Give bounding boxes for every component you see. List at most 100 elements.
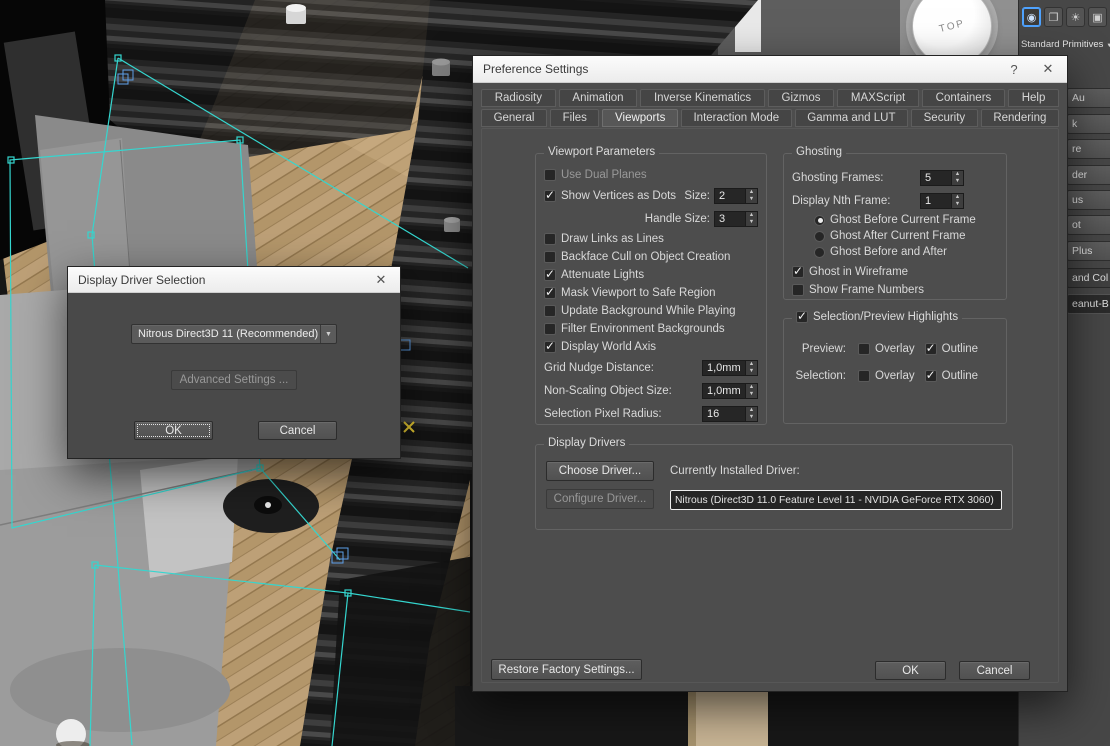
group-title-label: Selection/Preview Highlights xyxy=(813,311,958,323)
primitive-category-dropdown[interactable]: Standard Primitives xyxy=(1021,39,1108,50)
spinner-down-icon[interactable] xyxy=(746,368,757,375)
checkbox-draw-links-as-lines[interactable]: Draw Links as Lines xyxy=(544,233,664,245)
tab-rendering[interactable]: Rendering xyxy=(981,109,1059,127)
radio-ghost-before-and-after[interactable]: Ghost Before and After xyxy=(814,246,947,258)
panel-button-fragment[interactable]: Au xyxy=(1067,88,1110,108)
panel-button-fragment[interactable]: Plus xyxy=(1067,241,1110,261)
spinner-up-icon[interactable] xyxy=(952,194,963,201)
tab-help[interactable]: Help xyxy=(1008,89,1059,107)
choose-driver-button[interactable]: Choose Driver... xyxy=(546,461,654,481)
checkbox-selection-overlay[interactable]: Overlay xyxy=(858,370,915,382)
checkbox-ghost-in-wireframe[interactable]: Ghost in Wireframe xyxy=(792,266,908,278)
help-icon[interactable]: ? xyxy=(997,56,1031,82)
spinner-down-icon[interactable] xyxy=(952,201,963,208)
dds-title-bar[interactable]: Display Driver Selection ✕ xyxy=(68,267,400,293)
ok-button[interactable]: OK xyxy=(875,661,946,680)
spinner-down-icon[interactable] xyxy=(952,178,963,185)
tab-maxscript[interactable]: MAXScript xyxy=(837,89,919,107)
checkbox-label: Show Vertices as Dots xyxy=(561,190,676,202)
cancel-button[interactable]: Cancel xyxy=(959,661,1030,680)
checkbox-show-frame-numbers[interactable]: Show Frame Numbers xyxy=(792,284,924,296)
close-icon[interactable]: ✕ xyxy=(364,267,398,292)
panel-button-fragment[interactable]: us xyxy=(1067,190,1110,210)
spinner-value[interactable]: 16 xyxy=(702,406,746,422)
screenshot-root: TOP ◉ ❐ ☀ ▣ Standard Primitives Type Au … xyxy=(0,0,1110,746)
driver-dropdown[interactable]: Nitrous Direct3D 11 (Recommended) xyxy=(131,324,337,344)
installed-driver-field[interactable]: Nitrous (Direct3D 11.0 Feature Level 11 … xyxy=(670,490,1002,510)
radio-ghost-after-current-frame[interactable]: Ghost After Current Frame xyxy=(814,230,966,242)
name-and-color-rollout-fragment[interactable]: and Col xyxy=(1067,268,1110,288)
radio-ghost-before-current-frame[interactable]: Ghost Before Current Frame xyxy=(814,214,976,226)
object-name-field-fragment[interactable]: eanut-B xyxy=(1067,294,1110,314)
spinner-value[interactable]: 1,0mm xyxy=(702,360,746,376)
snaps-toggle-icon[interactable]: ❐ xyxy=(1044,7,1063,27)
light-icon[interactable]: ☀ xyxy=(1066,7,1085,27)
tab-security[interactable]: Security xyxy=(911,109,978,127)
spinner-up-icon[interactable] xyxy=(746,384,757,391)
tab-gizmos[interactable]: Gizmos xyxy=(768,89,834,107)
spinner-up-icon[interactable] xyxy=(746,212,757,219)
checkbox-mask-viewport-safe-region[interactable]: Mask Viewport to Safe Region xyxy=(544,287,715,299)
tab-animation[interactable]: Animation xyxy=(559,89,638,107)
group-title: Ghosting xyxy=(792,146,846,158)
checkbox-label: Update Background While Playing xyxy=(561,305,736,317)
main-toolbar: ◉ ❐ ☀ ▣ xyxy=(1019,0,1110,27)
spinner-up-icon[interactable] xyxy=(746,407,757,414)
checkbox-update-background-while-playing[interactable]: Update Background While Playing xyxy=(544,305,736,317)
panel-button-fragment[interactable]: k xyxy=(1067,114,1110,134)
checkbox-preview-outline[interactable]: Outline xyxy=(925,343,978,355)
spinner-up-icon[interactable] xyxy=(746,189,757,196)
checkbox-box xyxy=(925,343,937,355)
spinner-value[interactable]: 1 xyxy=(920,193,952,209)
spinner-ghosting-frames: 5 xyxy=(920,170,964,186)
panel-button-fragment[interactable]: re xyxy=(1067,139,1110,159)
checkbox-box xyxy=(858,343,870,355)
spinner-value[interactable]: 2 xyxy=(714,188,746,204)
checkbox-filter-environment-backgrounds[interactable]: Filter Environment Backgrounds xyxy=(544,323,725,335)
spinner-up-icon[interactable] xyxy=(952,171,963,178)
tab-radiosity[interactable]: Radiosity xyxy=(481,89,556,107)
spinner-down-icon[interactable] xyxy=(746,196,757,203)
panel-button-fragment[interactable]: der xyxy=(1067,165,1110,185)
spinner-value[interactable]: 3 xyxy=(714,211,746,227)
checkbox-label: Draw Links as Lines xyxy=(561,233,664,245)
configure-driver-button[interactable]: Configure Driver... xyxy=(546,489,654,509)
spinner-non-scaling-size: 1,0mm xyxy=(702,383,758,399)
checkbox-show-vertices-as-dots[interactable]: Show Vertices as Dots xyxy=(544,190,676,202)
pref-title-bar[interactable]: Preference Settings ? ✕ xyxy=(473,56,1067,83)
checkbox-backface-cull[interactable]: Backface Cull on Object Creation xyxy=(544,251,730,263)
spinner-down-icon[interactable] xyxy=(746,391,757,398)
checkbox-attenuate-lights[interactable]: Attenuate Lights xyxy=(544,269,644,281)
tab-viewports[interactable]: Viewports xyxy=(602,109,677,127)
spinner-down-icon[interactable] xyxy=(746,219,757,226)
checkbox-box xyxy=(858,370,870,382)
display-nth-frame-label: Display Nth Frame: xyxy=(792,195,890,207)
ghosting-group: Ghosting Ghosting Frames: 5 Display Nth … xyxy=(783,153,1007,300)
radio-circle xyxy=(814,231,825,242)
checkbox-label: Outline xyxy=(942,343,978,355)
tab-inverse-kinematics[interactable]: Inverse Kinematics xyxy=(640,89,765,107)
tab-gamma-and-lut[interactable]: Gamma and LUT xyxy=(795,109,908,127)
spinner-down-icon[interactable] xyxy=(746,414,757,421)
checkbox-display-world-axis[interactable]: Display World Axis xyxy=(544,341,656,353)
select-object-icon[interactable]: ◉ xyxy=(1022,7,1041,27)
tab-interaction-mode[interactable]: Interaction Mode xyxy=(681,109,792,127)
render-setup-icon[interactable]: ▣ xyxy=(1088,7,1107,27)
restore-factory-settings-button[interactable]: Restore Factory Settings... xyxy=(491,659,642,680)
advanced-settings-button[interactable]: Advanced Settings ... xyxy=(171,370,297,390)
spinner-value[interactable]: 1,0mm xyxy=(702,383,746,399)
dds-cancel-button[interactable]: Cancel xyxy=(258,421,337,440)
panel-button-fragment[interactable]: ot xyxy=(1067,215,1110,235)
tab-files[interactable]: Files xyxy=(550,109,599,127)
checkbox-use-dual-planes[interactable]: Use Dual Planes xyxy=(544,169,647,181)
tab-containers[interactable]: Containers xyxy=(922,89,1005,107)
close-icon[interactable]: ✕ xyxy=(1031,56,1065,82)
spinner-value[interactable]: 5 xyxy=(920,170,952,186)
checkbox-preview-overlay[interactable]: Overlay xyxy=(858,343,915,355)
checkbox-selection-outline[interactable]: Outline xyxy=(925,370,978,382)
spinner-up-icon[interactable] xyxy=(746,361,757,368)
radio-circle xyxy=(814,247,825,258)
tab-general[interactable]: General xyxy=(481,109,547,127)
group-title-with-checkbox[interactable]: Selection/Preview Highlights xyxy=(792,311,962,323)
dds-ok-button[interactable]: OK xyxy=(134,421,213,440)
